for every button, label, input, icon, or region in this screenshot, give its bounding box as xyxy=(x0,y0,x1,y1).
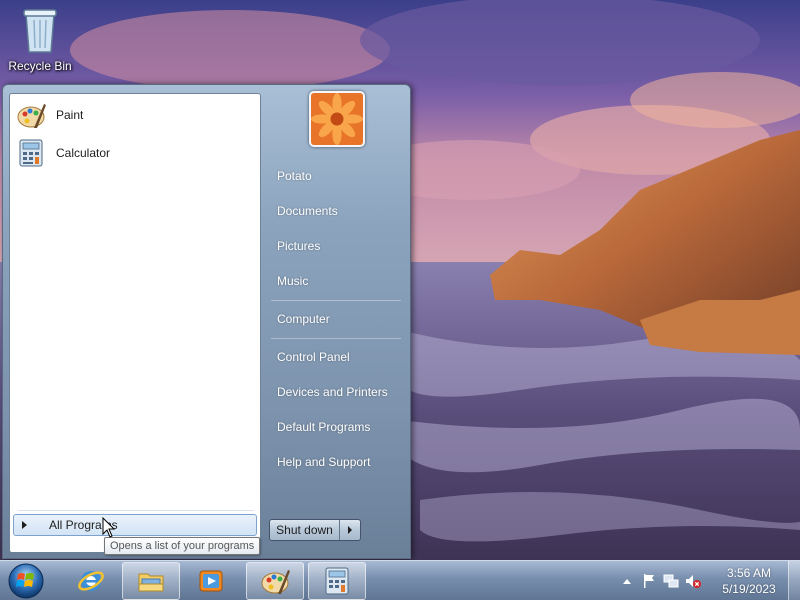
internet-explorer-icon xyxy=(78,571,104,591)
start-link-control-panel[interactable]: Control Panel xyxy=(273,344,405,370)
all-programs-tooltip: Opens a list of your programs xyxy=(104,537,261,555)
start-menu: Paint Calculator All Programs Potato Doc… xyxy=(2,84,411,559)
taskbar-media-player[interactable] xyxy=(182,562,240,600)
media-player-icon xyxy=(199,570,223,592)
taskbar: 3:56 AM 5/19/2023 xyxy=(0,560,800,600)
notification-area xyxy=(616,561,704,600)
taskbar-paint[interactable] xyxy=(246,562,304,600)
taskbar-file-explorer[interactable] xyxy=(122,562,180,600)
start-menu-programs-pane: Paint Calculator All Programs xyxy=(9,93,261,553)
start-item-paint[interactable]: Paint xyxy=(14,98,254,132)
windows-orb-icon[interactable] xyxy=(6,562,46,600)
paint-icon xyxy=(261,570,290,594)
start-link-music[interactable]: Music xyxy=(273,268,405,294)
calculator-icon xyxy=(19,139,43,167)
network-icon[interactable] xyxy=(662,572,680,590)
system-clock[interactable]: 3:56 AM 5/19/2023 xyxy=(718,565,780,597)
taskbar-calculator[interactable] xyxy=(308,562,366,600)
separator xyxy=(271,338,401,339)
show-desktop-button[interactable] xyxy=(788,561,800,600)
recycle-bin-icon xyxy=(23,9,57,53)
separator xyxy=(271,300,401,301)
start-link-computer[interactable]: Computer xyxy=(273,306,405,332)
separator xyxy=(18,510,254,511)
start-link-help-and-support[interactable]: Help and Support xyxy=(273,449,405,475)
action-center-flag-icon[interactable] xyxy=(640,572,658,590)
start-link-user-folder[interactable]: Potato xyxy=(273,163,405,189)
start-link-pictures[interactable]: Pictures xyxy=(273,233,405,259)
start-link-devices-and-printers[interactable]: Devices and Printers xyxy=(273,379,405,405)
start-item-calculator[interactable]: Calculator xyxy=(14,136,254,170)
start-link-documents[interactable]: Documents xyxy=(273,198,405,224)
clock-time: 3:56 AM xyxy=(726,566,772,580)
desktop-icon-label: Recycle Bin xyxy=(8,59,72,73)
desktop-icon-recycle-bin[interactable]: Recycle Bin xyxy=(4,6,76,73)
start-item-label: Calculator xyxy=(56,146,111,160)
start-item-label: Paint xyxy=(56,108,84,122)
taskbar-internet-explorer[interactable] xyxy=(62,562,120,600)
paint-icon xyxy=(17,104,46,128)
shutdown-options-button[interactable] xyxy=(340,520,360,540)
flower-user-picture xyxy=(311,93,363,145)
chevron-right-icon xyxy=(22,521,27,529)
shutdown-button[interactable]: Shut down xyxy=(270,520,340,540)
start-link-default-programs[interactable]: Default Programs xyxy=(273,414,405,440)
shutdown-button-group: Shut down xyxy=(269,519,361,541)
clock-date: 5/19/2023 xyxy=(722,582,776,596)
user-picture[interactable] xyxy=(309,91,365,147)
file-explorer-icon xyxy=(138,573,164,592)
calculator-icon xyxy=(325,567,349,595)
all-programs-button[interactable]: All Programs xyxy=(13,514,257,536)
volume-muted-icon[interactable] xyxy=(684,572,702,590)
show-hidden-icons-icon[interactable] xyxy=(618,572,636,590)
chevron-right-icon xyxy=(348,526,352,534)
mouse-cursor-icon xyxy=(102,517,116,538)
